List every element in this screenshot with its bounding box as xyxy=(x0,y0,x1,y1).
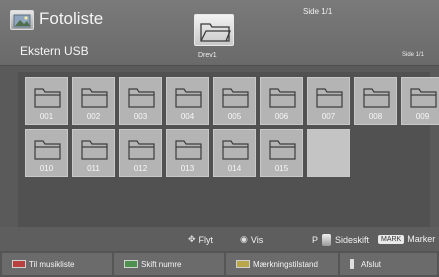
hint-page-change-label: Sideskift xyxy=(335,235,370,245)
folder-label: 005 xyxy=(227,112,242,121)
folder-label: 002 xyxy=(86,112,101,121)
folder-label: 014 xyxy=(227,164,242,173)
app-title: Fotoliste xyxy=(39,9,104,28)
mark-key: MARK xyxy=(378,234,405,244)
drive-label: Drev1 xyxy=(198,52,217,59)
ok-button-icon: ◉ xyxy=(240,234,248,244)
folder-tile[interactable]: 014 xyxy=(213,129,256,177)
folder-label: 001 xyxy=(39,112,54,121)
hint-move-label: Flyt xyxy=(198,234,214,245)
exit-label: Afslut xyxy=(361,259,382,269)
folder-icon xyxy=(81,140,108,160)
folder-label: 004 xyxy=(180,112,195,121)
hint-mark: MARK Marker xyxy=(378,234,435,244)
yellow-key-icon xyxy=(236,260,250,268)
red-key-icon xyxy=(12,260,26,268)
folder-icon xyxy=(34,140,61,160)
folder-tile[interactable]: 002 xyxy=(72,77,115,125)
folder-grid: 001 002 003 004 005 006 007 008 009 010 011 012 013 0… xyxy=(18,72,439,234)
folder-tile[interactable]: 001 xyxy=(25,77,68,125)
folder-label: 012 xyxy=(133,164,148,173)
folder-icon xyxy=(363,88,390,108)
function-bar: Til musikliste Skift numre Mærkningstils… xyxy=(0,251,439,277)
folder-tile[interactable]: 007 xyxy=(307,77,350,125)
folder-icon xyxy=(128,140,155,160)
change-numbers-button[interactable]: Skift numre xyxy=(114,253,224,275)
folder-label: 015 xyxy=(274,164,289,173)
folder-up-icon[interactable] xyxy=(194,14,234,46)
folder-icon xyxy=(175,88,202,108)
folder-icon xyxy=(128,88,155,108)
folder-label: 011 xyxy=(87,164,100,173)
hint-mark-label: Marker xyxy=(407,234,436,244)
folder-label: 006 xyxy=(274,112,289,121)
hint-view-label: Vis xyxy=(250,234,264,245)
folder-tile[interactable]: 003 xyxy=(119,77,162,125)
folder-icon xyxy=(269,88,296,108)
folder-tile[interactable]: 009 xyxy=(401,77,439,125)
source-label: Ekstern USB xyxy=(20,44,89,58)
folder-tile[interactable]: 013 xyxy=(166,129,209,177)
folder-tile[interactable]: 005 xyxy=(213,77,256,125)
mark-mode-label: Mærkningstilstand xyxy=(253,259,318,269)
folder-tile[interactable]: 010 xyxy=(25,129,68,177)
exit-key-icon xyxy=(350,259,354,269)
folder-label: 009 xyxy=(415,112,430,121)
folder-tile[interactable]: 015 xyxy=(260,129,303,177)
folder-label: 010 xyxy=(39,164,54,173)
folder-icon xyxy=(34,88,61,108)
folder-tile[interactable]: 011 xyxy=(72,129,115,177)
folder-tile[interactable]: 006 xyxy=(260,77,303,125)
hint-page-change: P Sideskift xyxy=(312,234,369,246)
hint-bar: ✥ Flyt ◉ Vis P Sideskift MARK Marker xyxy=(0,227,439,251)
folder-icon xyxy=(316,88,343,108)
folder-tile[interactable]: 008 xyxy=(354,77,397,125)
hint-view: ◉ Vis xyxy=(240,234,263,245)
to-music-list-label: Til musikliste xyxy=(29,259,75,269)
exit-button[interactable]: Afslut xyxy=(340,253,437,275)
folder-icon xyxy=(222,140,249,160)
folder-icon xyxy=(269,140,296,160)
folder-label: 007 xyxy=(321,112,336,121)
folder-label: 008 xyxy=(368,112,383,121)
folder-label: 013 xyxy=(180,164,195,173)
page-prefix-label: P xyxy=(312,235,319,245)
change-numbers-label: Skift numre xyxy=(141,259,182,269)
folder-icon xyxy=(81,88,108,108)
green-key-icon xyxy=(124,260,138,268)
folder-icon xyxy=(175,140,202,160)
folder-icon xyxy=(222,88,249,108)
navigate-arrows-icon: ✥ xyxy=(188,234,196,244)
folder-label: 003 xyxy=(133,112,148,121)
folder-icon xyxy=(410,88,437,108)
mark-mode-button[interactable]: Mærkningstilstand xyxy=(226,253,338,275)
photo-list-screen: Fotoliste Side 1/1 Ekstern USB Drev1 Sid… xyxy=(0,0,439,277)
to-music-list-button[interactable]: Til musikliste xyxy=(2,253,112,275)
page-indicator-right: Side 1/1 xyxy=(402,52,425,58)
empty-tile[interactable] xyxy=(307,129,350,177)
folder-tile[interactable]: 012 xyxy=(119,129,162,177)
folder-tile[interactable]: 004 xyxy=(166,77,209,125)
header: Fotoliste Side 1/1 Ekstern USB Drev1 Sid… xyxy=(0,0,439,66)
page-key-icon xyxy=(322,234,332,246)
page-indicator-top: Side 1/1 xyxy=(303,7,333,16)
photo-list-icon xyxy=(10,10,34,30)
hint-move: ✥ Flyt xyxy=(188,234,213,245)
